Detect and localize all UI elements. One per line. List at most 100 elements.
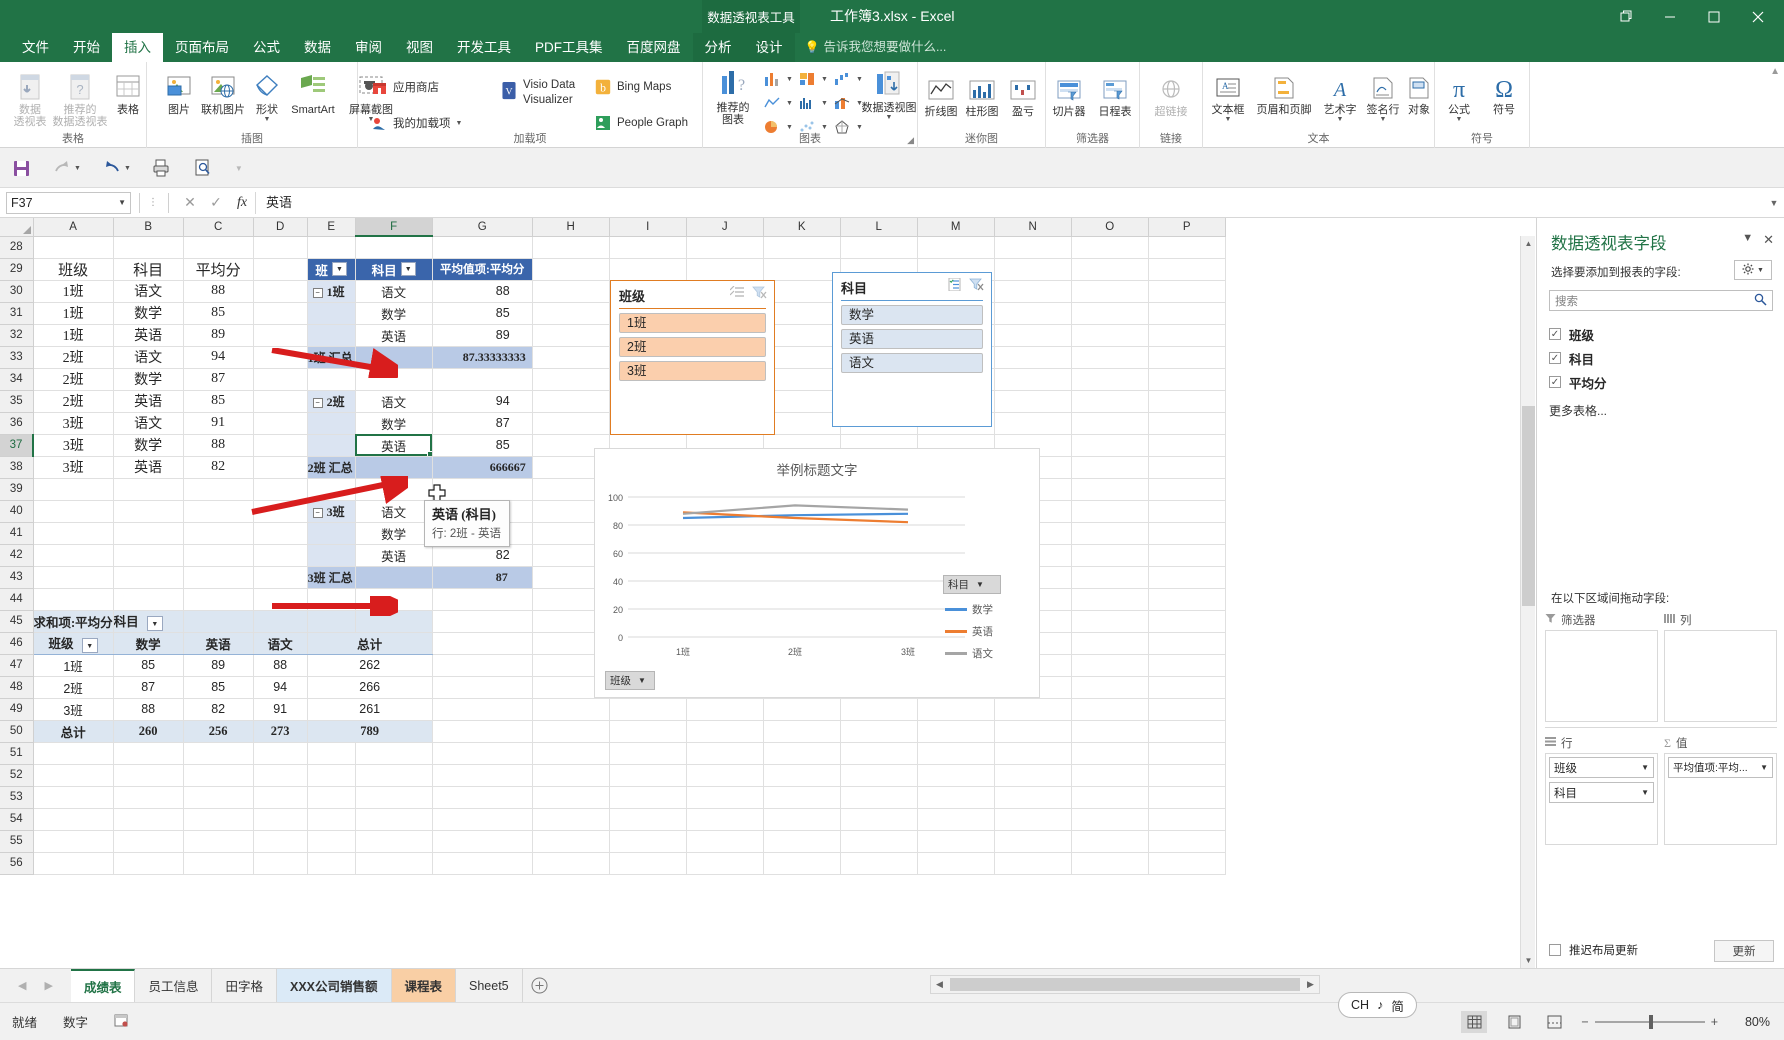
legend-item[interactable]: 语文 [945, 646, 993, 661]
column-header-F[interactable]: F [355, 218, 433, 237]
name-box-chevron-down-icon[interactable]: ▼ [118, 198, 126, 207]
page-layout-view-icon[interactable] [1501, 1011, 1527, 1033]
area-filters[interactable]: 筛选器 [1545, 610, 1658, 722]
clear-filter-icon[interactable] [752, 286, 767, 302]
row-header-32[interactable]: 32 [0, 324, 34, 347]
src-cell[interactable]: 3班 [33, 434, 114, 457]
slicer-class-item[interactable]: 3班 [619, 361, 766, 381]
row-header-52[interactable]: 52 [0, 764, 34, 787]
column-header-J[interactable]: J [686, 218, 764, 237]
redo-chevron-down-icon[interactable]: ▼ [74, 165, 81, 172]
restore-window-icon[interactable] [1604, 0, 1648, 33]
src-header-subject[interactable]: 科目 [113, 258, 184, 281]
pivot2-row-label[interactable]: 1班 [33, 654, 114, 677]
zoom-slider[interactable]: − + [1581, 1014, 1718, 1029]
tab-view[interactable]: 视图 [394, 33, 445, 62]
pivot1-subject-filter-icon[interactable]: ▼ [400, 262, 416, 276]
recommended-charts-button[interactable]: ? 推荐的 图表 [705, 66, 761, 126]
chevron-down-icon[interactable]: ▼ [1760, 763, 1768, 772]
column-chart-dropdown[interactable]: ▼ [763, 70, 793, 88]
tab-baidu-netdisk[interactable]: 百度网盘 [615, 33, 693, 62]
area-rows[interactable]: 行 班级 ▼ 科目 ▼ [1545, 733, 1658, 845]
sheet-tab-chengjibiao[interactable]: 成绩表 [70, 968, 136, 1003]
legend-item[interactable]: 数学 [945, 602, 993, 617]
pivot1-value-cell[interactable]: 85 [432, 434, 533, 457]
my-addins-chevron-down-icon[interactable]: ▼ [456, 120, 463, 127]
row-header-33[interactable]: 33 [0, 346, 34, 369]
slicer-class-item[interactable]: 1班 [619, 313, 766, 333]
tab-formulas[interactable]: 公式 [241, 33, 292, 62]
pivot1-group-label[interactable]: −1班 [307, 280, 356, 303]
row-header-56[interactable]: 56 [0, 852, 34, 875]
pivot1-subject-cell[interactable]: 语文 [355, 280, 433, 303]
pivot2-cell[interactable]: 87 [113, 676, 184, 699]
field-item-subject[interactable]: ✓ 科目 [1549, 346, 1773, 370]
pivot1-subtotal-value[interactable]: 87 [432, 566, 533, 589]
quick-print-icon[interactable] [153, 159, 172, 177]
update-button[interactable]: 更新 [1714, 940, 1774, 962]
scroll-up-icon[interactable]: ▲ [1521, 236, 1536, 251]
pivot1-subtotal-label[interactable]: 2班 汇总 [307, 456, 356, 479]
pivot1-group-blank[interactable] [307, 544, 356, 567]
pivot2-title-pad1[interactable] [183, 610, 254, 633]
add-sheet-icon[interactable] [523, 977, 557, 994]
pivot1-group-blank[interactable] [307, 324, 356, 347]
undo-icon[interactable]: ▼ [103, 160, 131, 176]
row-header-31[interactable]: 31 [0, 302, 34, 325]
src-cell[interactable]: 3班 [33, 412, 114, 435]
text-box-button[interactable]: A 文本框 ▼ [1205, 68, 1251, 123]
horizontal-scrollbar[interactable]: ◀ ▶ [930, 975, 1320, 994]
zoom-level[interactable]: 80% [1732, 1015, 1770, 1029]
name-box[interactable]: F37 ▼ [6, 191, 131, 214]
area-rows-field[interactable]: 班级 ▼ [1549, 757, 1654, 778]
src-cell[interactable]: 91 [183, 412, 254, 435]
pivot-chart-button[interactable]: 数据透视图 ▼ [861, 66, 917, 121]
area-rows-body[interactable]: 班级 ▼ 科目 ▼ [1545, 753, 1658, 845]
tab-home[interactable]: 开始 [61, 33, 112, 62]
row-header-43[interactable]: 43 [0, 566, 34, 589]
ime-shape[interactable]: 简 [1391, 996, 1404, 1015]
tab-page-layout[interactable]: 页面布局 [163, 33, 241, 62]
column-header-E[interactable]: E [307, 218, 356, 237]
pivot-chart-chevron-down-icon[interactable]: ▼ [886, 114, 893, 121]
line-chart-dropdown[interactable]: ▼ [763, 94, 793, 112]
pivot1-group-blank[interactable] [307, 302, 356, 325]
area-filters-body[interactable] [1545, 630, 1658, 722]
slicer-subject[interactable]: 科目 数学 英语 语文 [832, 272, 992, 427]
row-header-51[interactable]: 51 [0, 742, 34, 765]
area-columns[interactable]: 列 [1664, 610, 1777, 722]
zoom-track[interactable] [1594, 1014, 1705, 1029]
cancel-icon[interactable]: ✕ [177, 194, 203, 211]
chevron-down-icon[interactable]: ▼ [1742, 232, 1753, 248]
customize-qat-icon[interactable]: ▼ [235, 164, 243, 173]
src-cell[interactable]: 87 [183, 368, 254, 391]
pivot1-group-blank[interactable] [307, 434, 356, 457]
timeline-button[interactable]: 日程表 [1092, 70, 1138, 118]
collapse-group-icon[interactable]: − [312, 287, 323, 298]
pivot2-column-field[interactable]: 科目 ▼ [113, 610, 184, 633]
collapse-ribbon-icon[interactable]: ▲ [1770, 66, 1780, 77]
row-header-46[interactable]: 46 [0, 632, 34, 655]
multi-select-icon[interactable] [947, 277, 962, 294]
src-cell[interactable]: 数学 [113, 434, 184, 457]
src-cell[interactable]: 85 [183, 302, 254, 325]
chevron-down-icon[interactable]: ▼ [1757, 267, 1764, 274]
row-header-55[interactable]: 55 [0, 830, 34, 853]
pivot1-group-blank[interactable] [307, 412, 356, 435]
pivot2-total-label[interactable]: 总计 [33, 719, 114, 743]
slicer-button[interactable]: 切片器 [1046, 70, 1092, 118]
column-header-B[interactable]: B [113, 218, 184, 237]
hyperlink-button[interactable]: 超链接 [1143, 70, 1199, 118]
pivot1-class-filter-icon[interactable]: ▼ [331, 262, 347, 276]
slicer-class-item[interactable]: 2班 [619, 337, 766, 357]
zoom-in-icon[interactable]: + [1711, 1015, 1718, 1029]
sheet-tab-xxxsales[interactable]: XXX公司销售额 [276, 968, 392, 1003]
object-button[interactable]: 对象 [1403, 68, 1435, 116]
src-cell[interactable]: 2班 [33, 390, 114, 413]
column-header-M[interactable]: M [917, 218, 995, 237]
pivot1-subtotal-label[interactable]: 3班 汇总 [307, 566, 356, 589]
sheet-prev-icon[interactable]: ◀ [18, 979, 26, 992]
src-cell[interactable]: 英语 [113, 390, 184, 413]
row-header-42[interactable]: 42 [0, 544, 34, 567]
src-header-avg[interactable]: 平均分 [183, 258, 254, 281]
